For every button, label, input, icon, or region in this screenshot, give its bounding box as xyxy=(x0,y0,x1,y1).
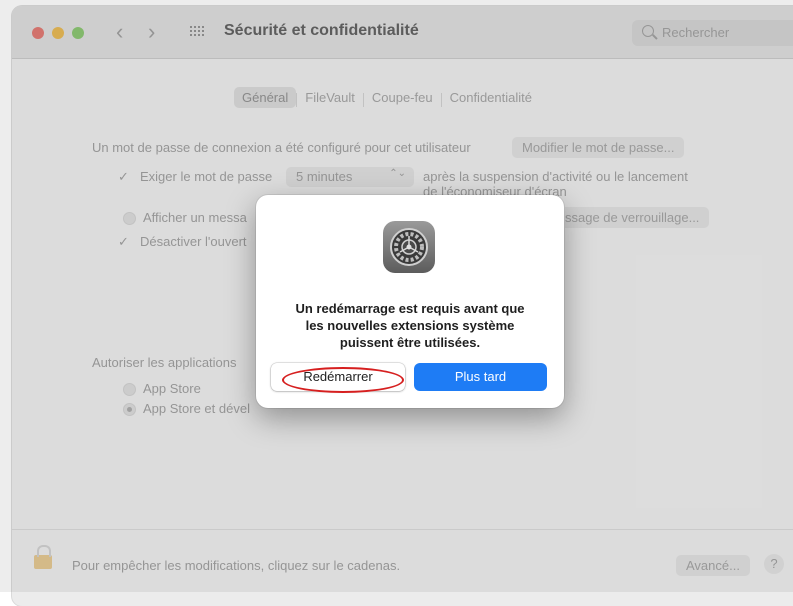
dialog-message: Un redémarrage est requis avant que les … xyxy=(295,301,525,350)
later-button[interactable]: Plus tard xyxy=(414,363,547,391)
system-preferences-gear-icon xyxy=(383,221,435,273)
restart-highlight-circle xyxy=(282,367,404,393)
restart-required-dialog: Un redémarrage est requis avant que les … xyxy=(256,195,564,408)
